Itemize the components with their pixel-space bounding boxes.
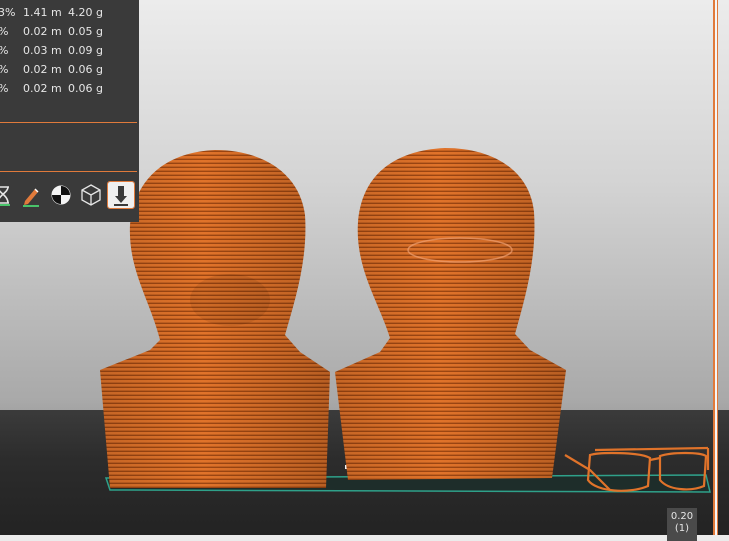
stat-weight: 0.06 g [68,63,103,76]
edit-button[interactable] [18,182,44,208]
stat-percent: 3% [0,6,16,19]
stat-percent: % [0,82,8,95]
panel-divider [0,122,137,123]
layer-index: (1) [674,523,690,534]
stat-length: 1.41 m [23,6,62,19]
stat-length: 0.03 m [23,44,62,57]
drop-to-bed-icon [114,186,128,206]
center-button[interactable] [48,182,74,208]
pencil-icon [23,188,39,207]
stat-percent: % [0,25,8,38]
model-bust-right[interactable] [335,148,566,480]
object-list-panel: 3% 1.41 m 4.20 g % 0.02 m 0.05 g % 0.03 … [0,0,139,222]
stat-length: 0.02 m [23,82,62,95]
stat-weight: 0.05 g [68,25,103,38]
cube-icon [81,184,101,206]
center-icon [51,185,71,205]
hourglass-button[interactable] [0,182,16,208]
layer-slider-handle[interactable] [715,0,717,535]
stat-length: 0.02 m [23,25,62,38]
view-cube-button[interactable] [78,182,104,208]
panel-divider [0,171,137,172]
stat-weight: 0.06 g [68,82,103,95]
layer-height-label: 0.20 (1) [667,508,697,541]
stat-percent: % [0,44,8,57]
layer-height-value: 0.20 [670,511,694,522]
drop-to-bed-button[interactable] [107,181,135,209]
hourglass-icon [0,186,10,206]
stat-weight: 0.09 g [68,44,103,57]
stat-weight: 4.20 g [68,6,103,19]
stat-percent: % [0,63,8,76]
stat-length: 0.02 m [23,63,62,76]
